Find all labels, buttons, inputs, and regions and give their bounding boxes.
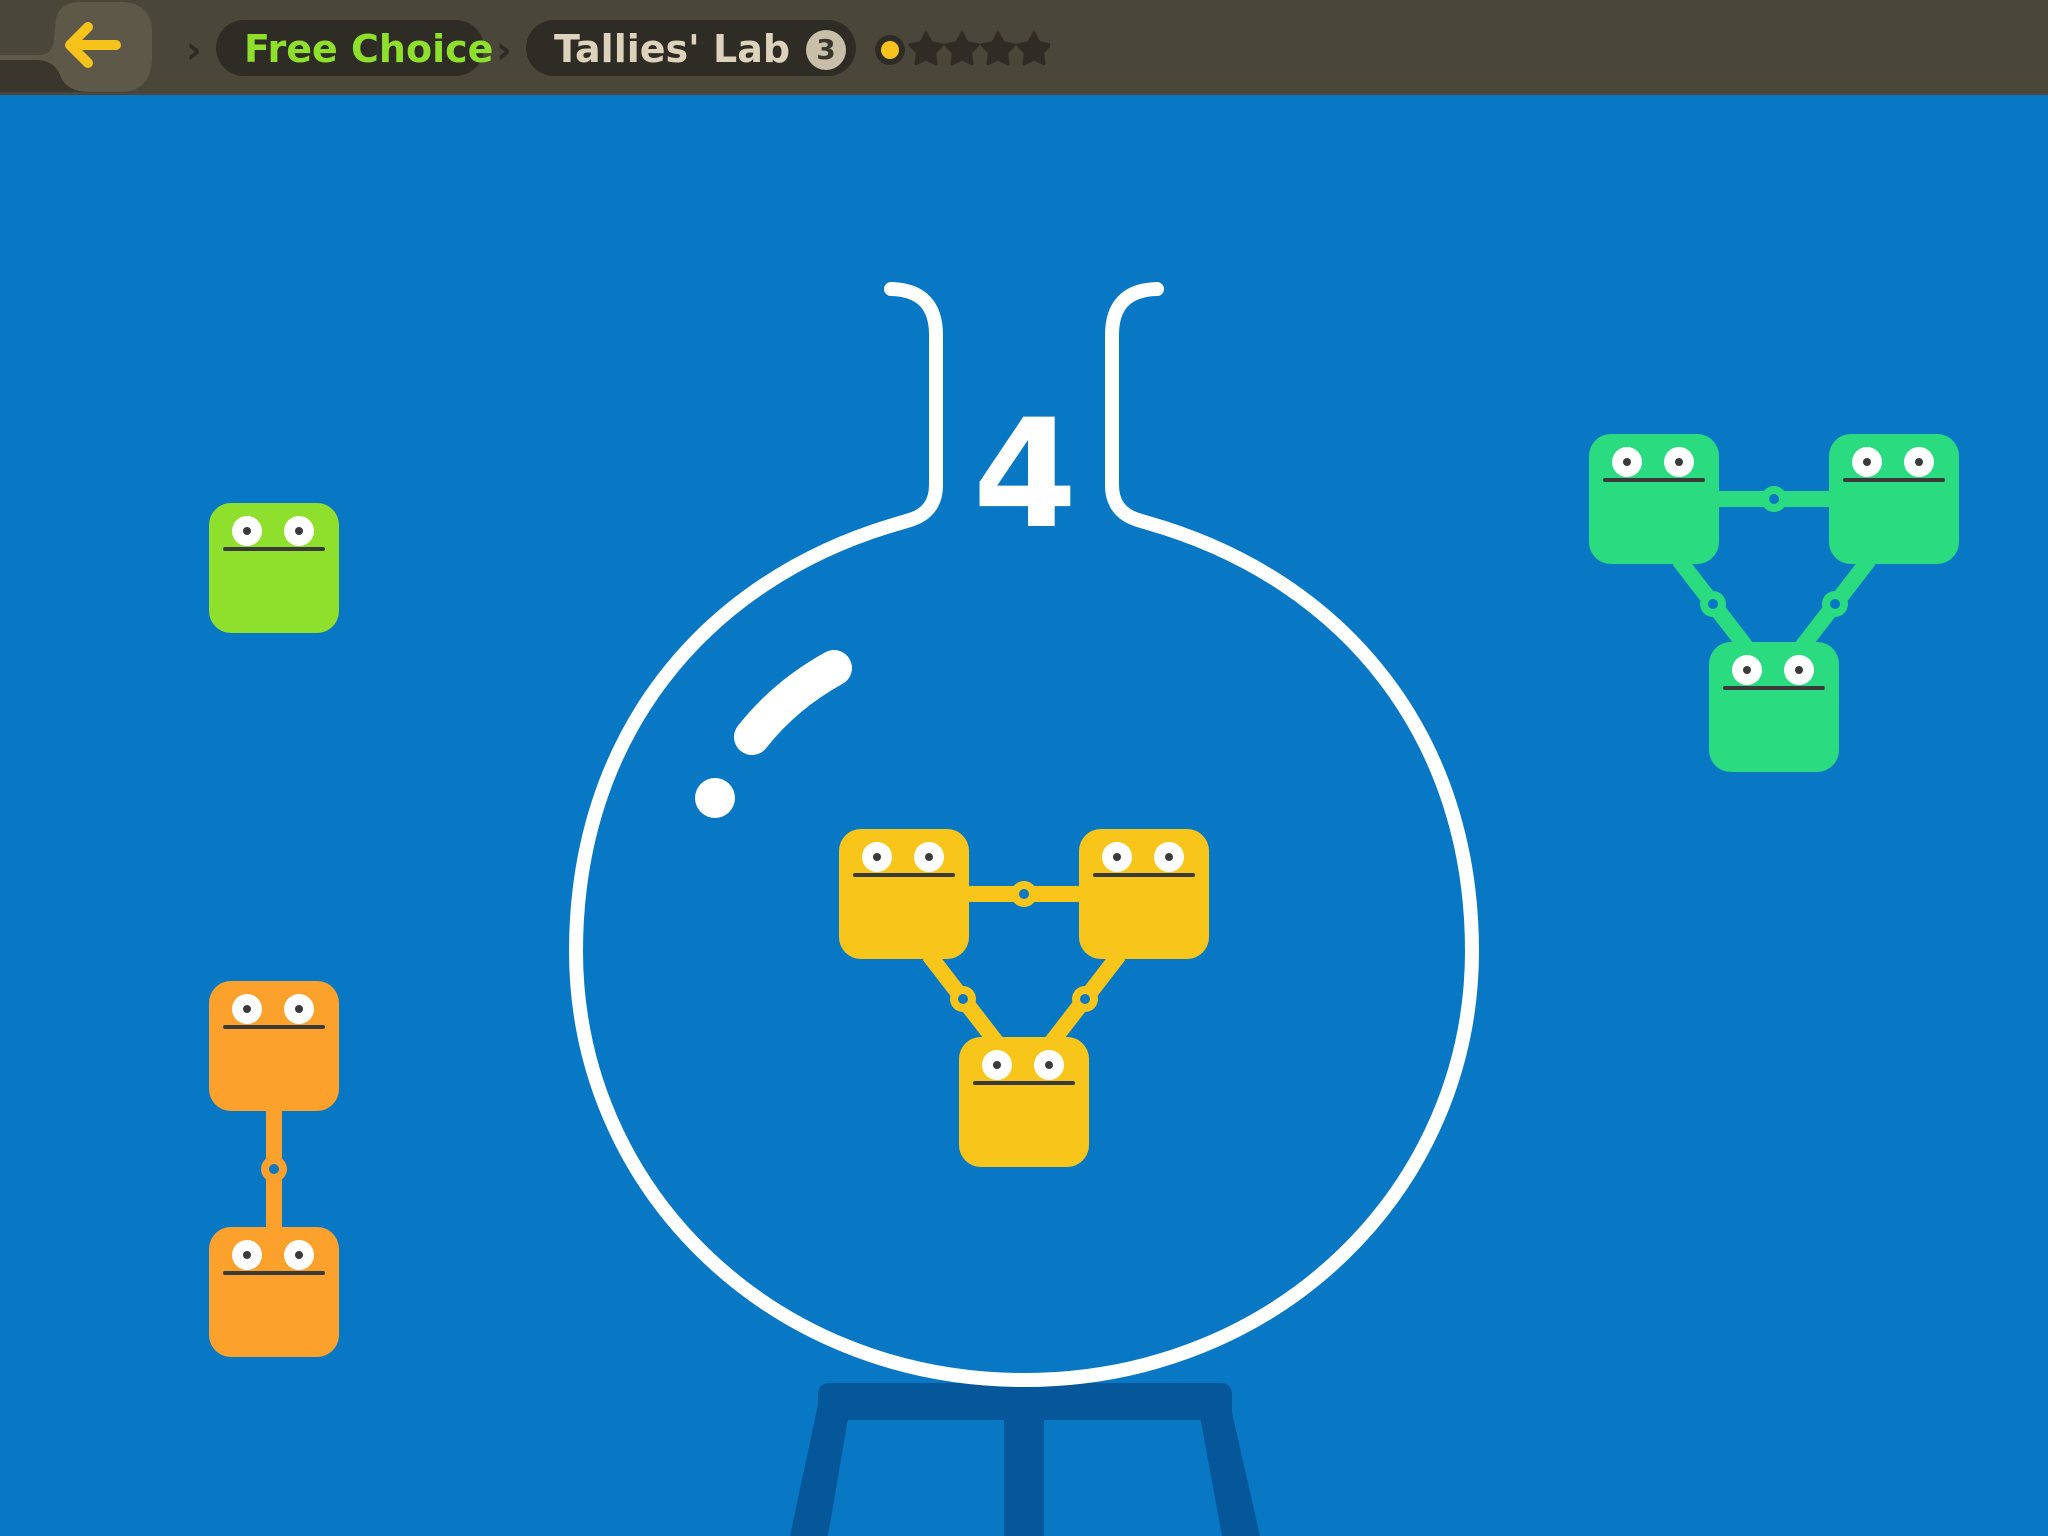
breadcrumb-separator: › — [186, 28, 202, 72]
breadcrumb-label: Tallies' Lab — [554, 27, 791, 71]
tally-block — [209, 981, 339, 1111]
lab-scene — [209, 282, 1959, 1536]
level-badge: 3 — [806, 30, 846, 70]
tally-block — [209, 1227, 339, 1357]
breadcrumb-free-choice[interactable]: Free Choice — [216, 20, 493, 76]
flask-stand — [790, 1383, 1260, 1536]
orange-pair-blocks[interactable] — [209, 981, 339, 1357]
tally-block — [1829, 434, 1959, 564]
star-progress — [875, 31, 1050, 66]
block-link — [1719, 486, 1829, 512]
tally-block — [959, 1037, 1089, 1167]
teal-triple-blocks[interactable] — [1589, 434, 1959, 772]
block-link — [1672, 555, 1754, 653]
tally-block — [839, 829, 969, 959]
block-link — [1044, 950, 1126, 1048]
tally-block — [1709, 642, 1839, 772]
tally-block — [209, 503, 339, 633]
star-icon — [908, 31, 944, 66]
back-button[interactable] — [0, 0, 152, 95]
star-icon — [1016, 31, 1050, 66]
star-icon — [980, 31, 1016, 66]
blocks-layer — [209, 434, 1959, 1357]
star-icon — [944, 31, 980, 66]
block-link — [261, 1107, 287, 1231]
breadcrumb-separator: › — [496, 28, 512, 72]
tally-block — [1589, 434, 1719, 564]
green-single-block[interactable] — [209, 503, 339, 633]
flask-count-label: 4 — [972, 388, 1078, 562]
block-link — [922, 950, 1004, 1048]
star-icon-earned — [875, 35, 905, 65]
tally-block — [1079, 829, 1209, 959]
top-bar: › Free Choice › Tallies' Lab 3 — [0, 0, 2048, 95]
block-link — [969, 881, 1079, 907]
flask-shine — [695, 650, 852, 818]
block-link — [1794, 555, 1876, 653]
flask-contents-blocks — [839, 829, 1209, 1167]
breadcrumb-label: Free Choice — [244, 27, 494, 71]
